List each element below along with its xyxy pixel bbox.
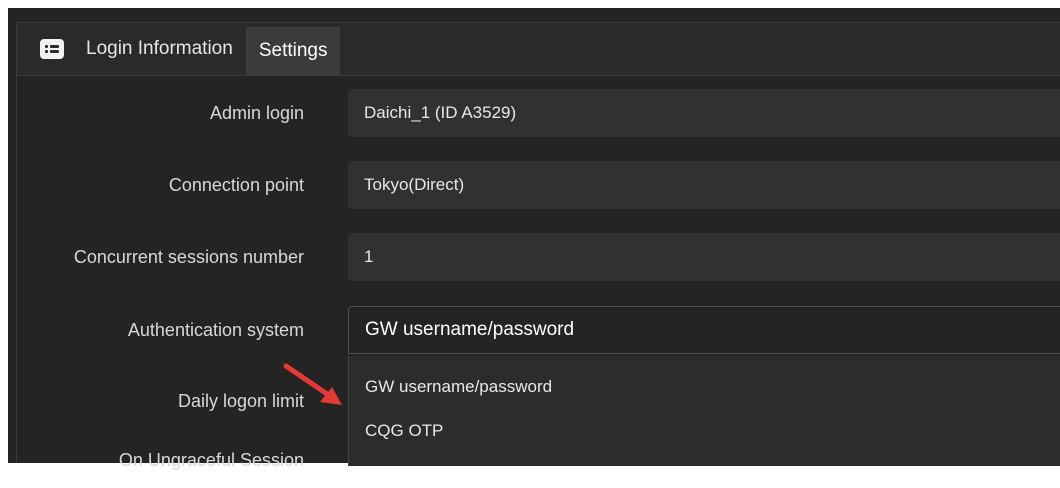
tab-login-information[interactable]: Login Information	[86, 23, 246, 75]
concurrent-sessions-field[interactable]: 1	[348, 233, 1060, 281]
admin-login-row: Admin login Daichi_1 (ID A3529)	[17, 89, 1060, 137]
authentication-dropdown-list: GW username/password CQG OTP	[348, 356, 1060, 466]
ungraceful-session-label: On Ungraceful Session	[118, 449, 304, 470]
list-icon	[40, 39, 64, 59]
connection-point-label: Connection point	[168, 174, 304, 195]
dropdown-option-cqg-otp[interactable]: CQG OTP	[349, 409, 1060, 453]
concurrent-sessions-label: Concurrent sessions number	[73, 246, 304, 267]
authentication-system-row: Authentication system GW username/passwo…	[17, 306, 1060, 354]
concurrent-sessions-row: Concurrent sessions number 1	[17, 233, 1060, 281]
authentication-system-select[interactable]: GW username/password	[348, 306, 1060, 354]
admin-login-label: Admin login	[209, 102, 304, 123]
tab-settings[interactable]: Settings	[245, 27, 341, 75]
admin-login-field[interactable]: Daichi_1 (ID A3529)	[348, 89, 1060, 137]
connection-point-row: Connection point Tokyo(Direct)	[17, 161, 1060, 209]
connection-point-field[interactable]: Tokyo(Direct)	[348, 161, 1060, 209]
tab-bar: Login Information Settings	[17, 23, 1060, 76]
dropdown-option-gw-password[interactable]: GW username/password	[349, 365, 1060, 409]
red-arrow-icon	[283, 363, 342, 405]
authentication-system-label: Authentication system	[127, 319, 304, 340]
